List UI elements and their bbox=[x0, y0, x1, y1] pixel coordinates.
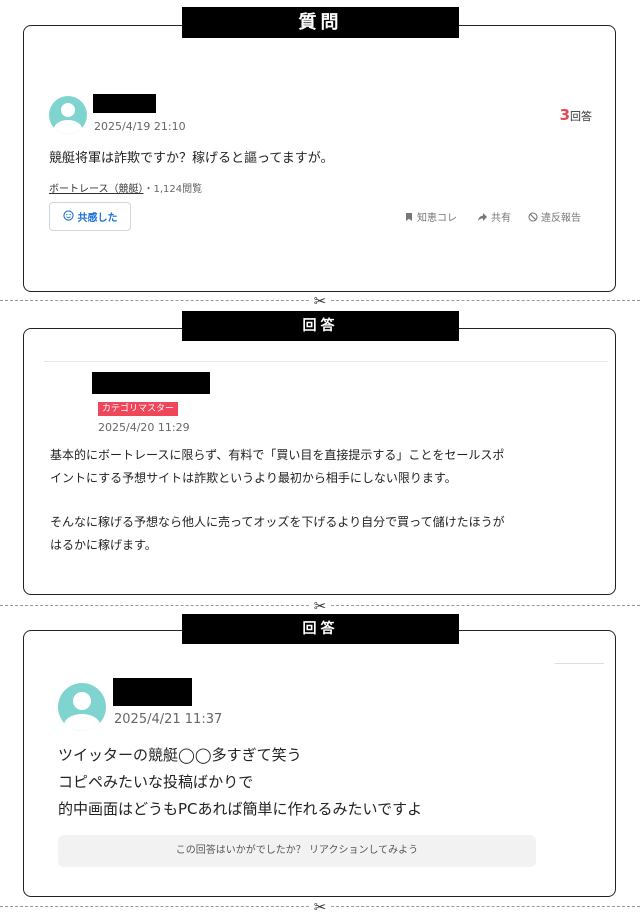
report-icon bbox=[528, 211, 538, 222]
scissors-icon: ✂ bbox=[309, 294, 331, 309]
report-label: 違反報告 bbox=[541, 213, 581, 224]
answer-count-number: 3 bbox=[559, 106, 570, 124]
answer-count[interactable]: 3回答 bbox=[560, 106, 592, 124]
answer-text-line: ツイッターの競艇◯◯多すぎて笑う bbox=[58, 746, 302, 764]
bookmark-label: 知恵コレ bbox=[417, 213, 457, 224]
share-button[interactable]: 共有 bbox=[477, 209, 511, 224]
empathy-label: 共感した bbox=[77, 213, 118, 224]
divider bbox=[555, 663, 604, 664]
divider bbox=[44, 361, 608, 362]
share-label: 共有 bbox=[491, 213, 511, 224]
username-redacted bbox=[113, 678, 192, 706]
question-meta: ボートレース（競艇）・1,124閲覧 bbox=[49, 180, 202, 195]
bookmark-icon bbox=[404, 212, 414, 222]
answer-header-2: 回答 bbox=[182, 614, 459, 644]
avatar[interactable] bbox=[49, 96, 87, 134]
share-icon bbox=[477, 212, 488, 222]
answer-text-line: イントにする予想サイトは詐欺というより最初から相手にしない限ります。 bbox=[50, 471, 457, 485]
smile-icon bbox=[62, 209, 74, 224]
question-date: 2025/4/19 21:10 bbox=[94, 120, 186, 133]
report-button[interactable]: 違反報告 bbox=[528, 209, 581, 224]
reaction-prompt-text: この回答はいかがでしたか？ リアクションしてみよう bbox=[175, 845, 419, 856]
avatar[interactable] bbox=[58, 683, 106, 731]
answer-text-line: 基本的にボートレースに限らず、有料で「買い目を直接提示する」ことをセールスポ bbox=[50, 448, 505, 462]
question-body: 競艇将軍は詐欺ですか？稼げると謳ってますが。 bbox=[49, 151, 334, 166]
answer-date: 2025/4/21 11:37 bbox=[114, 712, 223, 727]
bookmark-button[interactable]: 知恵コレ bbox=[404, 209, 457, 224]
answer-text-line: そんなに稼げる予想なら他人に売ってオッズを下げるより自分で買って儲けたほうが bbox=[50, 515, 505, 529]
answer-count-unit: 回答 bbox=[570, 110, 592, 123]
answer-text-line: 的中画面はどうもPCあれば簡単に作れるみたいですよ bbox=[58, 800, 423, 818]
reaction-prompt[interactable]: この回答はいかがでしたか？ リアクションしてみよう bbox=[58, 835, 536, 867]
category-master-badge: カテゴリマスター bbox=[98, 402, 179, 416]
question-header: 質問 bbox=[182, 7, 459, 38]
scissors-icon: ✂ bbox=[309, 900, 331, 915]
username-redacted bbox=[93, 94, 156, 113]
answer-date: 2025/4/20 11:29 bbox=[98, 421, 190, 434]
answer-header-1: 回答 bbox=[182, 311, 459, 341]
scissors-icon: ✂ bbox=[309, 599, 331, 614]
empathy-button[interactable]: 共感した bbox=[49, 202, 131, 231]
answer-text-line: はるかに稼げます。 bbox=[50, 538, 157, 552]
answer-text-line: コピペみたいな投稿ばかりで bbox=[58, 773, 254, 791]
username-redacted bbox=[92, 372, 210, 394]
view-count: ・1,124閲覧 bbox=[143, 184, 203, 195]
category-link[interactable]: ボートレース（競艇） bbox=[49, 184, 144, 195]
